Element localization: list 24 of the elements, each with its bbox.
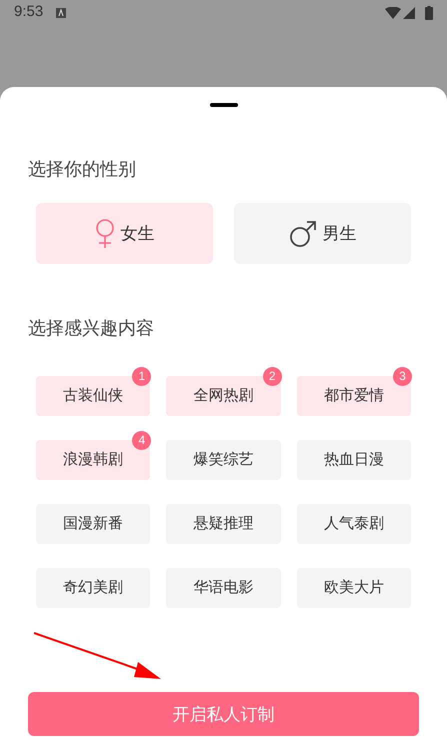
- order-badge: 1: [132, 367, 152, 386]
- battery-icon: [425, 6, 433, 20]
- gender-option[interactable]: 男生: [234, 203, 411, 264]
- order-badge: 2: [262, 367, 282, 386]
- status-time: 9:53: [14, 2, 44, 22]
- interest-tag[interactable]: 奇幻美剧: [36, 568, 150, 608]
- notification-icon: [56, 8, 66, 18]
- signal-icon: [403, 6, 415, 18]
- interest-tag[interactable]: 华语电影: [166, 568, 281, 608]
- female-symbol-icon: [94, 218, 114, 248]
- interest-tag[interactable]: 国漫新番: [36, 504, 150, 544]
- male-symbol-icon: [288, 220, 316, 248]
- section-title: 选择感兴趣内容: [28, 317, 154, 340]
- order-badge: 3: [393, 367, 412, 386]
- interest-tag[interactable]: 人气泰剧: [296, 504, 411, 544]
- drag-handle[interactable]: [210, 103, 238, 107]
- interest-tag[interactable]: 悬疑推理: [166, 504, 281, 544]
- interest-tag[interactable]: 爆笑综艺: [166, 440, 281, 480]
- wifi-icon: [385, 6, 401, 18]
- section-title: 选择你的性别: [28, 158, 136, 181]
- interest-tag[interactable]: 欧美大片: [296, 568, 411, 608]
- order-badge: 4: [132, 431, 152, 450]
- interest-tag[interactable]: 热血日漫: [296, 440, 411, 480]
- gender-option[interactable]: 女生: [36, 203, 213, 264]
